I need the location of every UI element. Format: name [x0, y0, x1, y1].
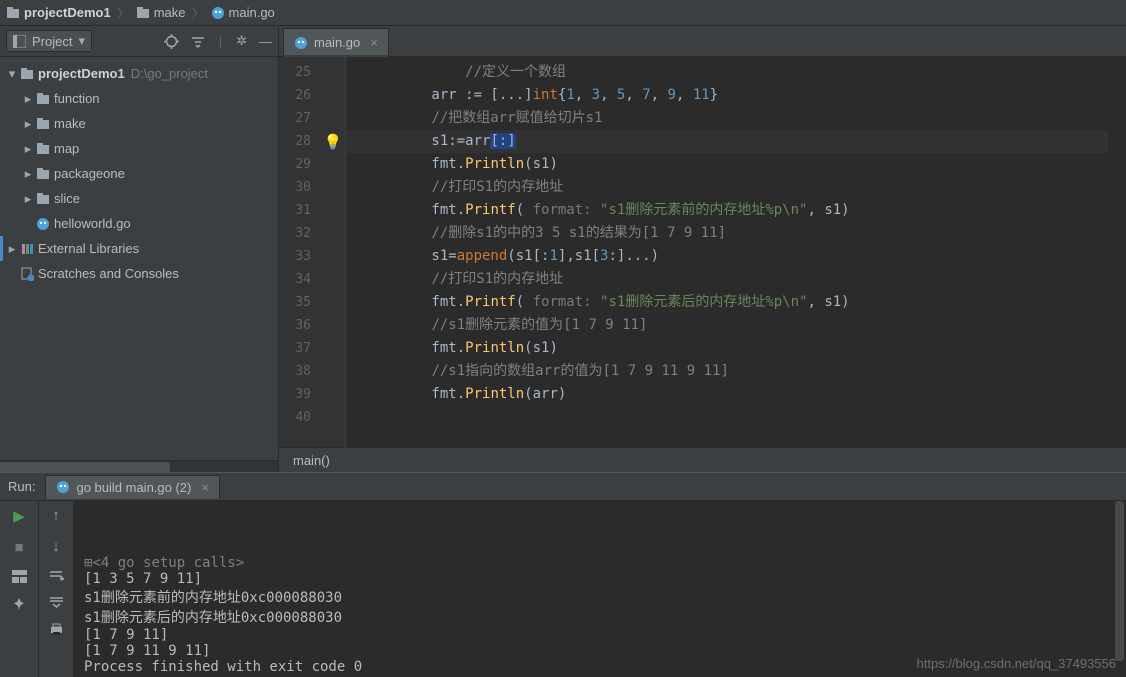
tree-external-libraries[interactable]: ▸ External Libraries	[0, 236, 278, 261]
run-title: Run:	[8, 479, 35, 494]
tree-folder[interactable]: ▸ slice	[0, 186, 278, 211]
go-file-icon	[56, 480, 70, 494]
folder-icon	[36, 142, 54, 156]
breadcrumb-file[interactable]: main.go	[229, 5, 275, 20]
folder-icon	[136, 6, 150, 20]
locate-icon[interactable]	[164, 34, 179, 49]
pin-icon[interactable]	[12, 597, 26, 611]
tree-file-hello[interactable]: helloworld.go	[0, 211, 278, 236]
editor-tabbar: main.go ×	[279, 25, 1126, 57]
chevron-right-icon[interactable]: ▸	[22, 141, 34, 157]
project-icon	[6, 6, 20, 20]
tree-root-path: D:\go_project	[131, 66, 208, 81]
breadcrumb-sep: 〉	[192, 3, 205, 22]
run-tab[interactable]: go build main.go (2) ×	[45, 475, 220, 499]
scrollbar-thumb[interactable]	[0, 462, 170, 472]
libraries-icon	[20, 242, 38, 256]
folder-icon	[20, 67, 38, 81]
folder-icon	[36, 192, 54, 206]
chevron-right-icon[interactable]: ▸	[22, 166, 34, 182]
tree-folder[interactable]: ▸ map	[0, 136, 278, 161]
watermark: https://blog.csdn.net/qq_37493556	[917, 656, 1117, 671]
tree-root-label: projectDemo1	[38, 66, 125, 81]
tree-item-label: slice	[54, 191, 80, 206]
tree-item-label: Scratches and Consoles	[38, 266, 179, 281]
hide-icon[interactable]: —	[259, 34, 272, 49]
editor-tab-label: main.go	[314, 35, 360, 50]
breadcrumb: projectDemo1 〉 make 〉 main.go	[0, 0, 1126, 25]
breadcrumb-project[interactable]: projectDemo1	[24, 5, 111, 20]
project-sidebar: Project ▾ | ✲ — ▾ projectDemo1 D:\go_pro…	[0, 25, 279, 472]
run-tab-label: go build main.go (2)	[76, 480, 191, 495]
editor[interactable]: 25262728293031323334353637383940 💡 //定义一…	[279, 57, 1126, 447]
tree-folder[interactable]: ▸ packageone	[0, 161, 278, 186]
tree-item-label: map	[54, 141, 79, 156]
run-output[interactable]: ⊞<4 go setup calls>[1 3 5 7 9 11]s1删除元素前…	[74, 501, 1126, 677]
close-icon[interactable]: ×	[370, 35, 378, 50]
go-file-icon	[211, 6, 225, 20]
up-icon[interactable]: ↑	[52, 507, 60, 524]
collapse-all-icon[interactable]	[191, 34, 205, 48]
tree-item-label: External Libraries	[38, 241, 139, 256]
gear-icon[interactable]: ✲	[236, 33, 247, 49]
scratches-icon	[20, 267, 38, 281]
run-outer-toolbar: ▶ ■	[0, 501, 38, 677]
go-file-icon	[36, 217, 54, 231]
sidebar-header: Project ▾ | ✲ —	[0, 25, 278, 57]
breadcrumb-folder[interactable]: make	[154, 5, 186, 20]
print-icon[interactable]	[49, 623, 64, 636]
line-gutter: 25262728293031323334353637383940	[279, 57, 321, 447]
folder-icon	[36, 117, 54, 131]
sidebar-scrollbar[interactable]	[0, 460, 278, 472]
tree-item-label: function	[54, 91, 100, 106]
down-icon[interactable]: ↓	[52, 538, 60, 555]
editor-breadcrumb-label: main()	[293, 453, 330, 468]
separator: |	[219, 34, 222, 49]
folder-icon	[36, 92, 54, 106]
folder-icon	[36, 167, 54, 181]
tree-scratches[interactable]: Scratches and Consoles	[0, 261, 278, 286]
chevron-right-icon[interactable]: ▸	[22, 116, 34, 132]
stop-icon[interactable]: ■	[14, 539, 23, 556]
close-icon[interactable]: ×	[201, 480, 209, 495]
soft-wrap-icon[interactable]	[49, 569, 64, 582]
tree-folder[interactable]: ▸ make	[0, 111, 278, 136]
editor-breadcrumb[interactable]: main()	[279, 447, 1126, 472]
project-view-icon	[13, 35, 26, 48]
tree-item-label: make	[54, 116, 86, 131]
chevron-right-icon[interactable]: ▸	[22, 91, 34, 107]
run-inner-toolbar: ↑ ↓	[38, 501, 74, 677]
intention-bulb-icon[interactable]: 💡	[324, 133, 343, 151]
tree-folder[interactable]: ▸ function	[0, 86, 278, 111]
chevron-down-icon[interactable]: ▾	[6, 66, 18, 82]
code-area[interactable]: //定义一个数组 arr := [...]int{1, 3, 5, 7, 9, …	[346, 57, 1126, 447]
scrollbar-thumb[interactable]	[1115, 501, 1124, 661]
project-view-label: Project	[32, 34, 72, 49]
tree-root[interactable]: ▾ projectDemo1 D:\go_project	[0, 61, 278, 86]
chevron-right-icon[interactable]: ▸	[22, 191, 34, 207]
project-tree[interactable]: ▾ projectDemo1 D:\go_project ▸ function ▸ m…	[0, 57, 278, 460]
rerun-icon[interactable]: ▶	[13, 507, 25, 525]
tree-item-label: packageone	[54, 166, 125, 181]
project-view-selector[interactable]: Project ▾	[6, 30, 92, 52]
go-file-icon	[294, 36, 308, 50]
chevron-right-icon[interactable]: ▸	[6, 241, 18, 257]
tree-item-label: helloworld.go	[54, 216, 131, 231]
layout-icon[interactable]	[12, 570, 27, 583]
scroll-end-icon[interactable]	[49, 596, 64, 609]
run-header: Run: go build main.go (2) ×	[0, 473, 1126, 501]
editor-tab-main[interactable]: main.go ×	[283, 28, 389, 56]
run-toolwindow: Run: go build main.go (2) × ▶ ■ ↑ ↓	[0, 472, 1126, 677]
chevron-down-icon: ▾	[78, 33, 85, 49]
gutter-icons: 💡	[321, 57, 345, 447]
breadcrumb-sep: 〉	[117, 3, 130, 22]
